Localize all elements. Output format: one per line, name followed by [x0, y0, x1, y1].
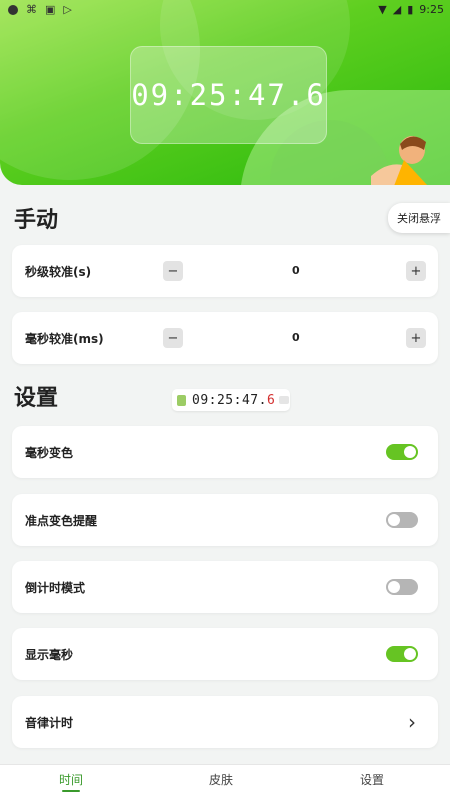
ms-color-toggle[interactable] [386, 444, 418, 460]
setting-label: 显示毫秒 [25, 648, 74, 662]
setting-row-rhythm-timer[interactable]: 音律计时 › [12, 696, 438, 748]
clock-time: 09:25:47.6 [131, 78, 326, 112]
font-notification-icon: ▣ [45, 3, 56, 16]
milliseconds-decrease-button[interactable]: − [163, 328, 183, 348]
seconds-decrease-button[interactable]: − [163, 261, 183, 281]
status-time: 9:25 [419, 3, 444, 16]
milliseconds-increase-button[interactable]: + [406, 328, 426, 348]
status-bar: ⌘ ▣ ▷ ▼ ◢ ▮ 9:25 [0, 0, 450, 22]
settings-section-title: 设置 [14, 386, 59, 411]
chevron-right-icon: › [408, 710, 416, 734]
close-float-button[interactable]: 关闭悬浮 [388, 203, 450, 233]
bottom-navigation: 时间 皮肤 设置 [0, 764, 450, 801]
seconds-calibration-row: 秒级较准(s) − 0 + [12, 245, 438, 297]
manual-section-title: 手动 [14, 208, 59, 233]
battery-icon: ▮ [407, 3, 414, 16]
milliseconds-calibration-label: 毫秒较准(ms) [25, 332, 104, 346]
milliseconds-calibration-value: 0 [292, 331, 300, 344]
clock-app-icon [177, 394, 186, 406]
milliseconds-calibration-row: 毫秒较准(ms) − 0 + [12, 312, 438, 364]
clock-display-card: 09:25:47.6 [130, 46, 327, 144]
setting-label: 倒计时模式 [25, 581, 86, 595]
preview-handle-icon [279, 396, 290, 404]
hourly-color-toggle[interactable] [386, 512, 418, 528]
setting-row-hourly-color[interactable]: 准点变色提醒 [12, 494, 438, 546]
tab-skin[interactable]: 皮肤 [209, 771, 233, 788]
seconds-increase-button[interactable]: + [406, 261, 426, 281]
setting-row-ms-color[interactable]: 毫秒变色 [12, 426, 438, 478]
setting-label: 毫秒变色 [25, 446, 74, 460]
seconds-calibration-label: 秒级较准(s) [25, 265, 92, 279]
notification-dot-icon [8, 5, 18, 15]
countdown-toggle[interactable] [386, 579, 418, 595]
floating-clock-preview: 09:25:47.6 [172, 389, 290, 411]
setting-label: 准点变色提醒 [25, 514, 98, 528]
show-ms-toggle[interactable] [386, 646, 418, 662]
app-notification-icon: ⌘ [26, 3, 37, 16]
play-store-icon: ▷ [63, 3, 72, 16]
setting-label: 音律计时 [25, 716, 74, 730]
tab-time[interactable]: 时间 [59, 771, 83, 788]
tab-settings[interactable]: 设置 [360, 771, 384, 788]
preview-milliseconds: 6 [266, 392, 276, 408]
signal-icon: ◢ [392, 3, 402, 16]
person-illustration-icon [371, 136, 428, 185]
setting-row-show-ms[interactable]: 显示毫秒 [12, 628, 438, 680]
active-tab-indicator [62, 790, 80, 792]
wifi-icon: ▼ [378, 3, 387, 16]
seconds-calibration-value: 0 [292, 264, 300, 277]
preview-time: 09:25:47.6 [192, 392, 276, 408]
hero-banner: 09:25:47.6 [0, 0, 450, 185]
setting-row-countdown[interactable]: 倒计时模式 [12, 561, 438, 613]
